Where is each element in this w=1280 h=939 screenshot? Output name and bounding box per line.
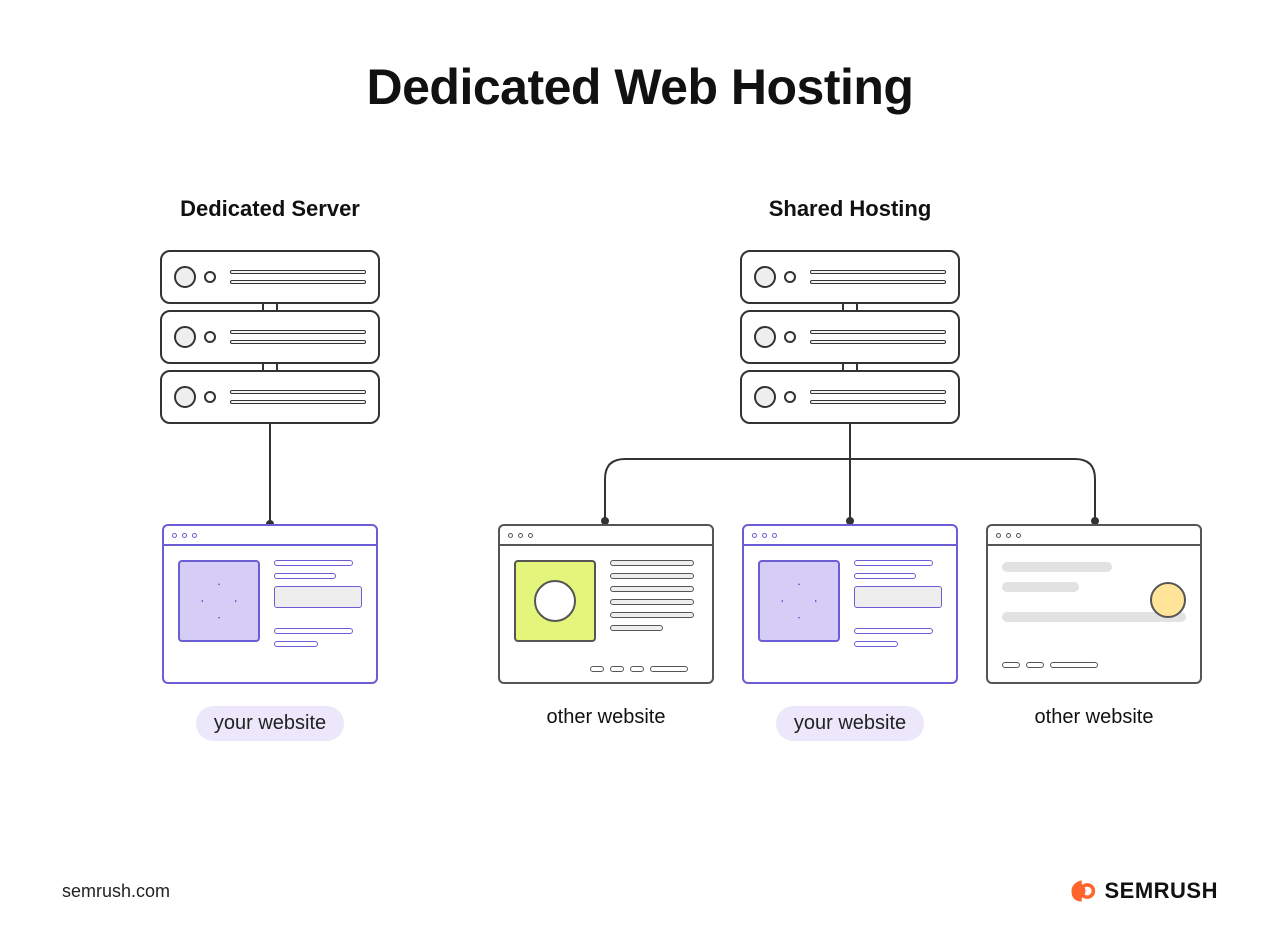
flame-icon: [1068, 877, 1096, 905]
server-unit: [160, 310, 380, 364]
circle-icon: [534, 580, 576, 622]
server-led-small-icon: [784, 331, 796, 343]
website-card-other: [986, 524, 1202, 684]
connector-tree: [480, 424, 1220, 524]
server-led-small-icon: [204, 391, 216, 403]
server-unit: [740, 250, 960, 304]
server-stack-dedicated: [160, 250, 380, 424]
website-card-other: [498, 524, 714, 684]
diagram-columns: Dedicated Server: [0, 196, 1280, 741]
server-led-icon: [174, 266, 196, 288]
server-led-small-icon: [784, 391, 796, 403]
sun-icon: [1150, 582, 1186, 618]
brand-logo: SEMRUSH: [1068, 877, 1218, 905]
starburst-icon: [201, 583, 237, 619]
website-caption: your website: [742, 706, 958, 741]
shared-column: Shared Hosting: [480, 196, 1220, 741]
server-unit: [740, 370, 960, 424]
server-led-icon: [174, 326, 196, 348]
website-image-icon: [514, 560, 596, 642]
server-unit: [740, 310, 960, 364]
server-led-icon: [754, 266, 776, 288]
footer-url: semrush.com: [62, 881, 170, 902]
shared-heading: Shared Hosting: [480, 196, 1220, 222]
connector-line: [269, 424, 271, 524]
website-caption: your website: [162, 706, 378, 741]
starburst-icon: [781, 583, 817, 619]
server-led-small-icon: [784, 271, 796, 283]
dedicated-column: Dedicated Server: [60, 196, 480, 741]
website-image-icon: [758, 560, 840, 642]
server-led-small-icon: [204, 271, 216, 283]
website-caption: other website: [498, 706, 714, 741]
website-image-icon: [178, 560, 260, 642]
page-title: Dedicated Web Hosting: [0, 0, 1280, 116]
website-card-your: [742, 524, 958, 684]
server-unit: [160, 250, 380, 304]
brand-name: SEMRUSH: [1104, 878, 1218, 904]
website-card-your: [162, 524, 378, 684]
server-led-icon: [754, 386, 776, 408]
website-caption: other website: [986, 706, 1202, 741]
dedicated-heading: Dedicated Server: [60, 196, 480, 222]
server-led-small-icon: [204, 331, 216, 343]
server-unit: [160, 370, 380, 424]
server-stack-shared: [740, 250, 960, 424]
footer: semrush.com SEMRUSH: [62, 877, 1218, 905]
server-led-icon: [754, 326, 776, 348]
server-led-icon: [174, 386, 196, 408]
